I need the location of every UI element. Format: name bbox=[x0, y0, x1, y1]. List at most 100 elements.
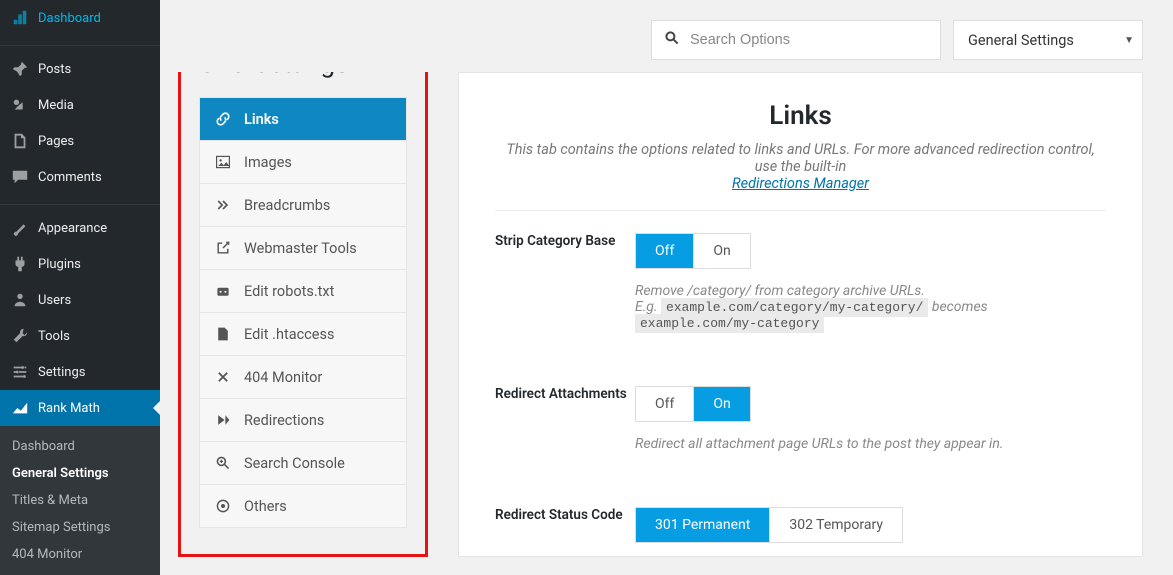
tab-webmaster[interactable]: Webmaster Tools bbox=[200, 227, 406, 270]
search-input[interactable] bbox=[690, 32, 928, 48]
menu-media[interactable]: Media bbox=[0, 87, 160, 123]
tab-images[interactable]: Images bbox=[200, 141, 406, 184]
tab-redirections[interactable]: Redirections bbox=[200, 399, 406, 442]
pages-icon bbox=[10, 131, 30, 151]
menu-users[interactable]: Users bbox=[0, 282, 160, 318]
tab-others[interactable]: Others bbox=[200, 485, 406, 527]
option-help: Remove /category/ from category archive … bbox=[635, 283, 1106, 331]
plug-icon bbox=[10, 254, 30, 274]
menu-label: Rank Math bbox=[38, 401, 100, 416]
toggle-301[interactable]: 301 Permanent bbox=[636, 508, 770, 542]
toggle-on[interactable]: On bbox=[694, 387, 749, 421]
submenu-general-settings[interactable]: General Settings bbox=[0, 460, 160, 487]
menu-label: Media bbox=[38, 98, 74, 113]
tab-label: Search Console bbox=[244, 455, 345, 472]
chevrons-icon bbox=[214, 196, 232, 214]
tab-label: Edit robots.txt bbox=[244, 283, 334, 300]
toggle-off[interactable]: Off bbox=[636, 387, 694, 421]
panel-title: SEO Settings bbox=[199, 72, 407, 79]
tab-label: Links bbox=[244, 111, 279, 128]
menu-appearance[interactable]: Appearance bbox=[0, 210, 160, 246]
search-icon bbox=[664, 30, 680, 50]
file-icon bbox=[214, 325, 232, 343]
target-icon bbox=[214, 497, 232, 515]
tab-label: Edit .htaccess bbox=[244, 326, 334, 343]
option-redirect-status: Redirect Status Code 301 Permanent 302 T… bbox=[495, 507, 1106, 543]
menu-label: Dashboard bbox=[38, 11, 101, 26]
menu-label: Posts bbox=[38, 62, 71, 77]
menu-rank-math[interactable]: Rank Math bbox=[0, 390, 160, 426]
comments-icon bbox=[10, 167, 30, 187]
tab-label: Breadcrumbs bbox=[244, 197, 330, 214]
menu-pages[interactable]: Pages bbox=[0, 123, 160, 159]
option-strip-category: Strip Category Base Off On Remove /categ… bbox=[495, 233, 1106, 331]
options-title: Links bbox=[495, 101, 1106, 131]
options-description: This tab contains the options related to… bbox=[495, 141, 1106, 192]
zoom-icon bbox=[214, 454, 232, 472]
dashboard-icon bbox=[10, 8, 30, 28]
tab-label: Webmaster Tools bbox=[244, 240, 357, 257]
brush-icon bbox=[10, 218, 30, 238]
caret-down-icon: ▼ bbox=[1124, 35, 1134, 46]
options-panel: Links This tab contains the options rela… bbox=[458, 72, 1143, 557]
toggle-group: Off On bbox=[635, 386, 751, 422]
content-area: General Settings ▼ SEO Settings Links Im… bbox=[160, 0, 1173, 557]
seo-settings-panel: SEO Settings Links Images Breadcrumbs We… bbox=[178, 72, 428, 557]
search-options[interactable] bbox=[651, 20, 941, 60]
tab-label: Redirections bbox=[244, 412, 324, 429]
tab-label: Others bbox=[244, 498, 287, 515]
users-icon bbox=[10, 290, 30, 310]
robot-icon bbox=[214, 282, 232, 300]
wp-admin-sidebar: Dashboard Posts Media Pages Comments App… bbox=[0, 0, 160, 557]
option-label: Redirect Status Code bbox=[495, 507, 635, 543]
option-control: Off On Remove /category/ from category a… bbox=[635, 233, 1106, 331]
menu-comments[interactable]: Comments bbox=[0, 159, 160, 195]
link-icon bbox=[214, 110, 232, 128]
option-label: Strip Category Base bbox=[495, 233, 635, 331]
tab-label: 404 Monitor bbox=[244, 369, 322, 386]
toggle-on[interactable]: On bbox=[694, 234, 749, 268]
sliders-icon bbox=[10, 362, 30, 382]
menu-settings[interactable]: Settings bbox=[0, 354, 160, 390]
forward-icon bbox=[214, 411, 232, 429]
menu-dashboard[interactable]: Dashboard bbox=[0, 0, 160, 36]
code-example: example.com/my-category bbox=[635, 314, 824, 333]
menu-posts[interactable]: Posts bbox=[0, 51, 160, 87]
menu-label: Appearance bbox=[38, 221, 107, 236]
menu-label: Settings bbox=[38, 365, 85, 380]
tab-label: Images bbox=[244, 154, 292, 171]
toggle-off[interactable]: Off bbox=[636, 234, 694, 268]
wp-submenu: Dashboard General Settings Titles & Meta… bbox=[0, 426, 160, 575]
x-icon bbox=[214, 368, 232, 386]
toggle-group: 301 Permanent 302 Temporary bbox=[635, 507, 903, 543]
image-icon bbox=[214, 153, 232, 171]
redirections-link[interactable]: Redirections Manager bbox=[732, 175, 869, 192]
menu-tools[interactable]: Tools bbox=[0, 318, 160, 354]
option-control: Off On Redirect all attachment page URLs… bbox=[635, 386, 1106, 452]
option-label: Redirect Attachments bbox=[495, 386, 635, 452]
topbar: General Settings ▼ bbox=[160, 0, 1173, 72]
toggle-302[interactable]: 302 Temporary bbox=[770, 508, 902, 542]
menu-label: Plugins bbox=[38, 257, 81, 272]
submenu-404[interactable]: 404 Monitor bbox=[0, 541, 160, 568]
tab-htaccess[interactable]: Edit .htaccess bbox=[200, 313, 406, 356]
menu-label: Pages bbox=[38, 134, 74, 149]
main-layout: SEO Settings Links Images Breadcrumbs We… bbox=[160, 72, 1173, 557]
pin-icon bbox=[10, 59, 30, 79]
settings-dropdown[interactable]: General Settings ▼ bbox=[953, 20, 1143, 60]
option-help: Redirect all attachment page URLs to the… bbox=[635, 436, 1106, 452]
tab-breadcrumbs[interactable]: Breadcrumbs bbox=[200, 184, 406, 227]
toggle-group: Off On bbox=[635, 233, 751, 269]
menu-label: Users bbox=[38, 293, 71, 308]
tab-robots[interactable]: Edit robots.txt bbox=[200, 270, 406, 313]
media-icon bbox=[10, 95, 30, 115]
submenu-dashboard[interactable]: Dashboard bbox=[0, 433, 160, 460]
tab-links[interactable]: Links bbox=[200, 98, 406, 141]
menu-plugins[interactable]: Plugins bbox=[0, 246, 160, 282]
tab-404[interactable]: 404 Monitor bbox=[200, 356, 406, 399]
submenu-titles-meta[interactable]: Titles & Meta bbox=[0, 487, 160, 514]
submenu-sitemap[interactable]: Sitemap Settings bbox=[0, 514, 160, 541]
divider bbox=[495, 210, 1106, 211]
tab-search-console[interactable]: Search Console bbox=[200, 442, 406, 485]
settings-nav: Links Images Breadcrumbs Webmaster Tools… bbox=[199, 97, 407, 528]
